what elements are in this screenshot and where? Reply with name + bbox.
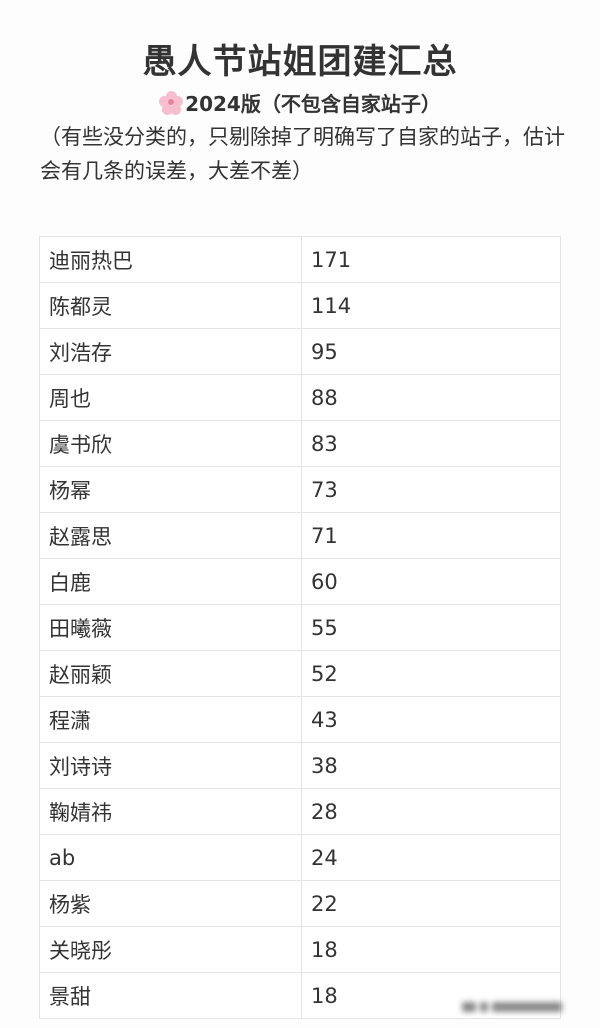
table-row: 刘浩存 95 [39, 328, 561, 375]
table-row: 杨幂 73 [39, 466, 561, 513]
table-row: 白鹿 60 [39, 558, 561, 605]
table-row: 程潇 43 [39, 696, 561, 743]
table-row: ab 24 [39, 834, 561, 881]
watermark [462, 1000, 582, 1014]
ranking-table: 迪丽热巴 171 陈都灵 114 刘浩存 95 周也 88 虞书欣 83 杨幂 73 赵露思 71 白鹿 60… [39, 236, 561, 1019]
count-cell: 60 [301, 558, 561, 605]
page-title: 愚人节站姐团建汇总 [142, 42, 458, 82]
table-row: 赵丽颖 52 [39, 650, 561, 697]
name-cell: 景甜 [39, 972, 302, 1019]
count-cell: 18 [301, 926, 561, 973]
count-cell: 95 [301, 328, 561, 375]
table-row: 关晓彤 18 [39, 926, 561, 973]
name-cell: 迪丽热巴 [39, 236, 302, 283]
count-cell: 22 [301, 880, 561, 927]
table-row: 虞书欣 83 [39, 420, 561, 467]
count-cell: 43 [301, 696, 561, 743]
name-cell: 赵露思 [39, 512, 302, 559]
subtitle: 2024版（不包含自家站子） [0, 88, 600, 117]
table-row: 迪丽热巴 171 [39, 236, 561, 283]
name-cell: 白鹿 [39, 558, 302, 605]
count-cell: 52 [301, 650, 561, 697]
count-cell: 88 [301, 374, 561, 421]
name-cell: 鞠婧祎 [39, 788, 302, 835]
name-cell: 杨幂 [39, 466, 302, 513]
table-row: 陈都灵 114 [39, 282, 561, 329]
name-cell: 杨紫 [39, 880, 302, 927]
name-cell: 赵丽颖 [39, 650, 302, 697]
name-cell: 田曦薇 [39, 604, 302, 651]
note-text: （有些没分类的，只剔除掉了明确写了自家的站子，估计会有几条的误差，大差不差） [40, 125, 565, 183]
table-row: 刘诗诗 38 [39, 742, 561, 789]
count-cell: 38 [301, 742, 561, 789]
name-cell: 陈都灵 [39, 282, 302, 329]
count-cell: 24 [301, 834, 561, 881]
table-row: 赵露思 71 [39, 512, 561, 559]
name-cell: 虞书欣 [39, 420, 302, 467]
count-cell: 171 [301, 236, 561, 283]
count-cell: 73 [301, 466, 561, 513]
subtitle-text: 2024版（不包含自家站子） [185, 92, 441, 116]
count-cell: 83 [301, 420, 561, 467]
count-cell: 28 [301, 788, 561, 835]
count-cell: 114 [301, 282, 561, 329]
table-row: 田曦薇 55 [39, 604, 561, 651]
cherry-blossom-icon [159, 91, 184, 115]
table-row: 鞠婧祎 28 [39, 788, 561, 835]
table-row: 周也 88 [39, 374, 561, 421]
name-cell: 刘诗诗 [39, 742, 302, 789]
name-cell: 周也 [39, 374, 302, 421]
name-cell: 刘浩存 [39, 328, 302, 375]
count-cell: 55 [301, 604, 561, 651]
name-cell: 关晓彤 [39, 926, 302, 973]
table-row: 杨紫 22 [39, 880, 561, 927]
count-cell: 71 [301, 512, 561, 559]
name-cell: 程潇 [39, 696, 302, 743]
name-cell: ab [39, 834, 302, 881]
